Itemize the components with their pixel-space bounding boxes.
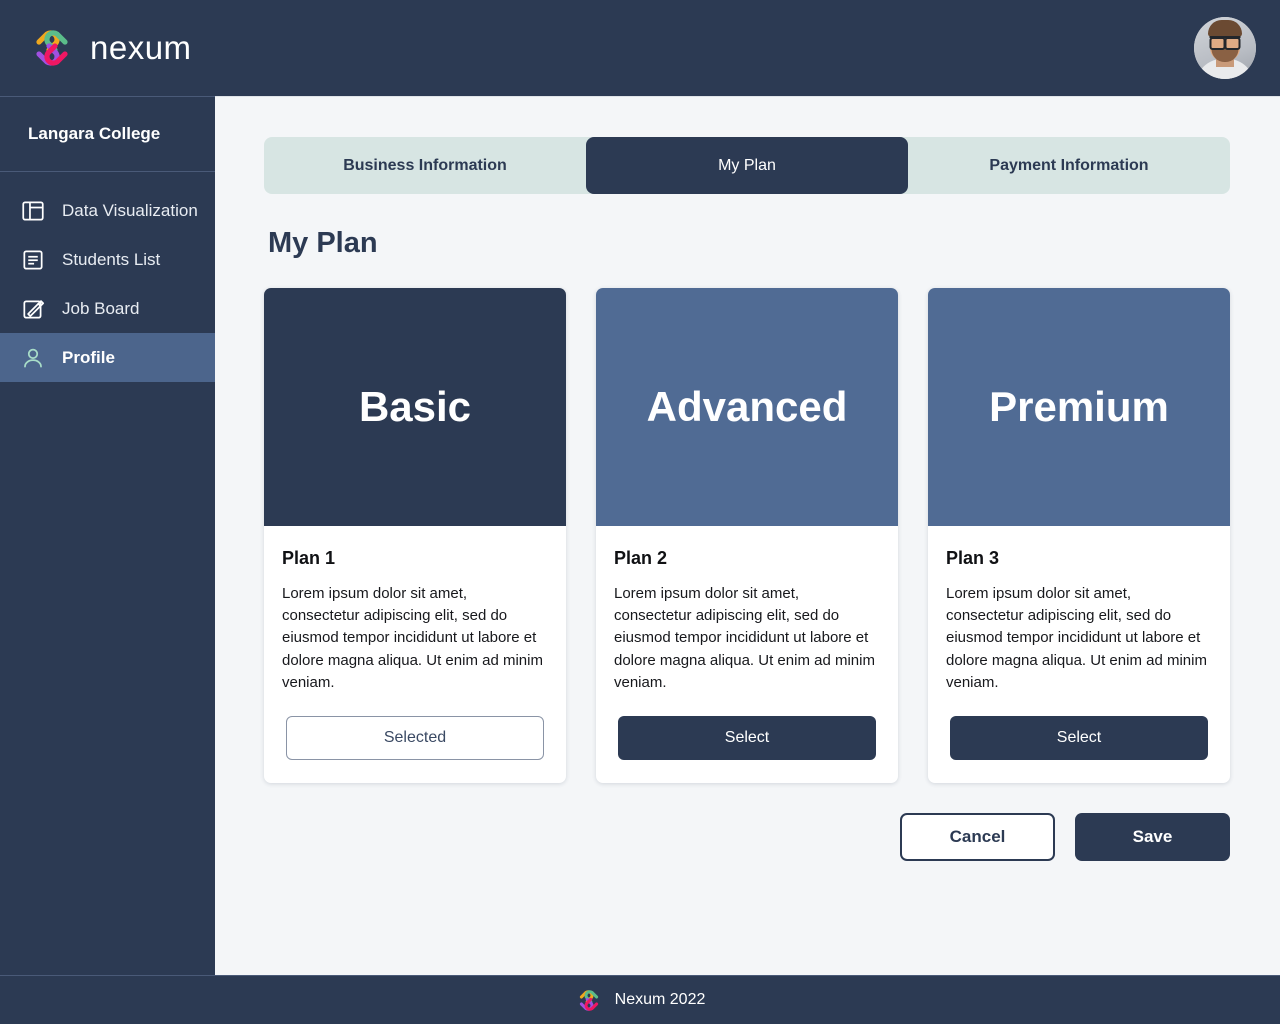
plan-card-advanced[interactable]: Advanced Plan 2 Lorem ipsum dolor sit am… — [596, 288, 898, 783]
layout-panels-icon — [20, 198, 46, 224]
sidebar-item-label: Job Board — [62, 299, 140, 318]
user-avatar-photo[interactable] — [1194, 17, 1256, 79]
sidebar-item-label: Students List — [62, 250, 161, 269]
plan-card-body: Plan 3 Lorem ipsum dolor sit amet, conse… — [928, 526, 1230, 783]
plan-name: Plan 1 — [282, 548, 336, 568]
avatar-glasses — [1209, 36, 1241, 50]
save-button[interactable]: Save — [1075, 812, 1230, 861]
pencil-square-icon — [20, 296, 46, 322]
page-title: My Plan — [268, 227, 378, 259]
nexum-interlocking-links-logo-icon — [575, 987, 603, 1014]
top-bar: nexum — [0, 0, 1280, 96]
body-row: Langara College Data Visualization Stude… — [0, 96, 1280, 975]
plan-card-basic[interactable]: Basic Plan 1 Lorem ipsum dolor sit amet,… — [264, 288, 566, 783]
person-icon — [20, 345, 46, 371]
sidebar-item-label: Profile — [62, 348, 115, 367]
main-content: Business Information My Plan Payment Inf… — [215, 96, 1280, 975]
form-actions: Cancel Save — [264, 812, 1230, 861]
plan-description: Lorem ipsum dolor sit amet, consectetur … — [282, 585, 543, 691]
plan-description: Lorem ipsum dolor sit amet, consectetur … — [946, 585, 1207, 691]
tab-payment-information[interactable]: Payment Information — [908, 137, 1230, 194]
plan-card-premium[interactable]: Premium Plan 3 Lorem ipsum dolor sit ame… — [928, 288, 1230, 783]
plan-tier-header: Basic — [264, 288, 566, 526]
footer-bar: Nexum 2022 — [0, 975, 1280, 1024]
brand-name: nexum — [90, 29, 192, 66]
app-window: nexum Langara College Data Visualization… — [0, 0, 1280, 1024]
plan-select-button[interactable]: Selected — [286, 715, 544, 760]
sidebar-nav: Data Visualization Students List Job Boa… — [0, 172, 215, 382]
tab-my-plan[interactable]: My Plan — [586, 137, 908, 194]
sidebar-org-name: Langara College — [0, 97, 215, 172]
sidebar-item-students-list[interactable]: Students List — [0, 235, 215, 284]
footer-text: Nexum 2022 — [614, 991, 706, 1008]
cancel-button[interactable]: Cancel — [900, 812, 1055, 861]
plan-card-list: Basic Plan 1 Lorem ipsum dolor sit amet,… — [264, 288, 1230, 783]
plan-select-button[interactable]: Select — [618, 715, 876, 760]
plan-description: Lorem ipsum dolor sit amet, consectetur … — [614, 585, 875, 691]
tab-bar: Business Information My Plan Payment Inf… — [264, 137, 1230, 194]
plan-name: Plan 2 — [614, 548, 668, 568]
plan-card-body: Plan 1 Lorem ipsum dolor sit amet, conse… — [264, 526, 566, 783]
sidebar-item-profile[interactable]: Profile — [0, 333, 215, 382]
brand-logo[interactable]: nexum — [28, 25, 192, 71]
sidebar-item-data-visualization[interactable]: Data Visualization — [0, 186, 215, 235]
document-list-icon — [20, 247, 46, 273]
plan-name: Plan 3 — [946, 548, 1000, 568]
nexum-interlocking-links-logo-icon — [28, 25, 76, 71]
tab-business-information[interactable]: Business Information — [264, 137, 586, 194]
plan-select-button[interactable]: Select — [950, 715, 1208, 760]
sidebar-item-label: Data Visualization — [62, 201, 198, 220]
sidebar-item-job-board[interactable]: Job Board — [0, 284, 215, 333]
avatar-hair — [1208, 20, 1242, 37]
plan-card-body: Plan 2 Lorem ipsum dolor sit amet, conse… — [596, 526, 898, 783]
plan-tier-header: Premium — [928, 288, 1230, 526]
plan-tier-header: Advanced — [596, 288, 898, 526]
sidebar: Langara College Data Visualization Stude… — [0, 96, 215, 975]
